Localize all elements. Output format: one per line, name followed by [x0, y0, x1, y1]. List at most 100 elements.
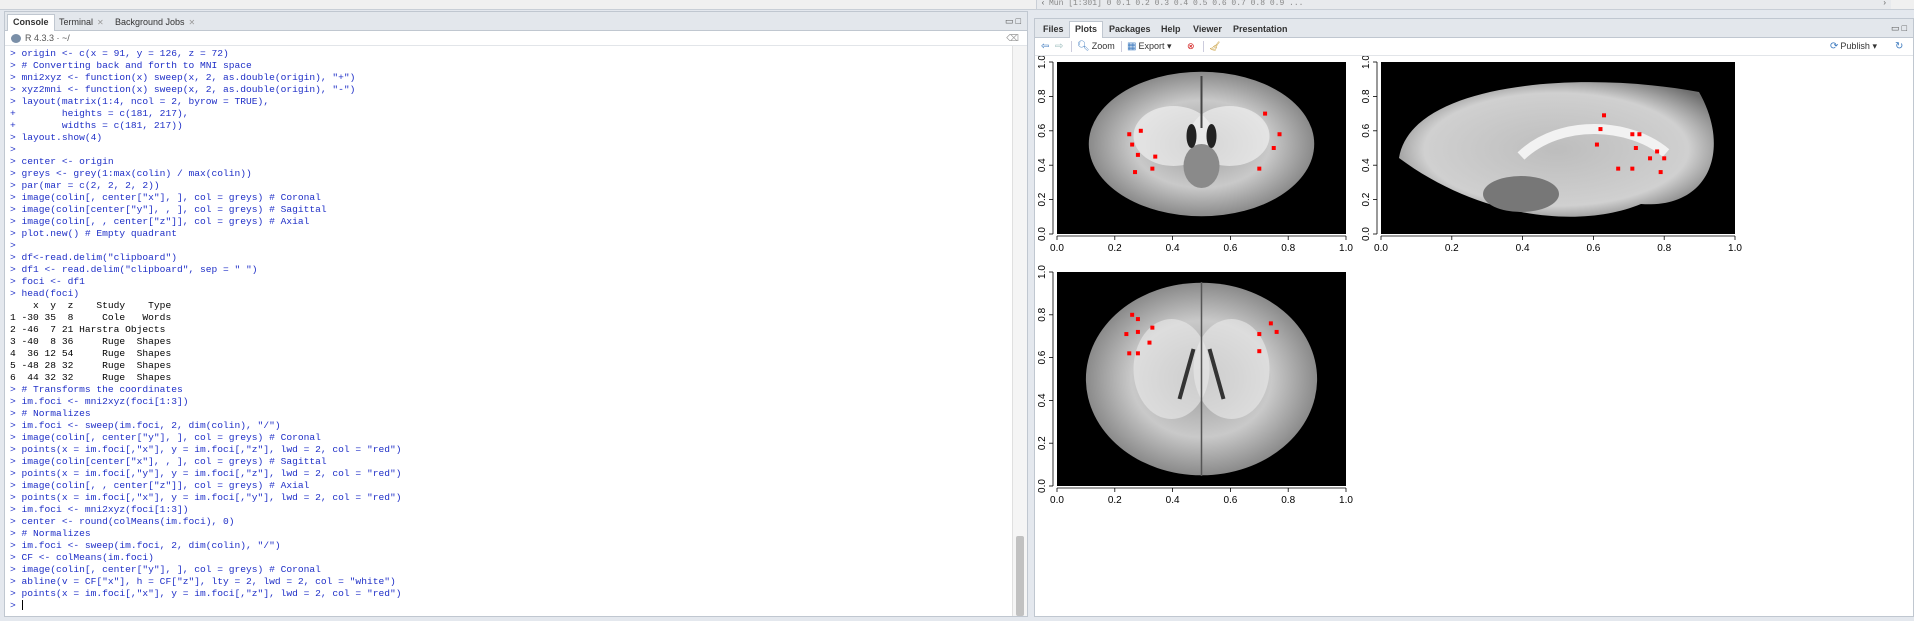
scroll-right-arrow[interactable]: ›	[1882, 0, 1887, 8]
y-tick-label: 1.0	[1037, 265, 1048, 279]
console-line: >	[10, 144, 16, 155]
console-scrollbar[interactable]	[1012, 46, 1027, 616]
tab-viewer[interactable]: Viewer	[1187, 21, 1228, 37]
y-tick-label: 0.2	[1037, 192, 1048, 206]
tab-packages[interactable]: Packages	[1103, 21, 1157, 37]
console-line: > image(colin[, center["y"], ], col = gr…	[10, 432, 321, 443]
focus-point	[1127, 351, 1132, 356]
focus-point	[1633, 146, 1638, 150]
x-tick-label: 0.8	[1657, 243, 1671, 254]
console-line: > head(foci)	[10, 288, 80, 299]
scroll-left-arrow[interactable]: ‹	[1037, 0, 1049, 8]
console-line: > origin <- c(x = 91, y = 126, z = 72)	[10, 48, 229, 59]
console-line: > mni2xyz <- function(x) sweep(x, 2, as.…	[10, 72, 356, 83]
publish-button[interactable]: ⟳ Publish ▾	[1830, 38, 1877, 55]
x-tick-label: 0.4	[1166, 495, 1180, 506]
y-tick-label: 0.2	[1037, 436, 1048, 450]
focus-point	[1150, 325, 1155, 330]
viewer-strip-text: Mun [1:301] 0 0.1 0.2 0.3 0.4 0.5 0.6 0.…	[1049, 0, 1304, 8]
minimize-icon[interactable]: ▭	[1891, 23, 1902, 33]
publish-label: Publish	[1840, 41, 1870, 51]
coronal-plot: 0.0 0.2 0.4 0.6 0.8 1.0 0.0 0.2 0.4 0.6 0.8 1.0	[1037, 55, 1353, 254]
focus-point	[1133, 170, 1138, 175]
refresh-icon[interactable]: ↻	[1895, 38, 1905, 55]
console-line: + heights = c(181, 217),	[10, 108, 189, 119]
tab-background-jobs[interactable]: Background Jobs ✕	[109, 14, 201, 30]
tab-console[interactable]: Console	[7, 14, 55, 31]
focus-point	[1630, 132, 1635, 137]
focus-point	[1135, 329, 1140, 334]
y-tick-label: 1.0	[1361, 56, 1372, 69]
console-line: > image(colin[center["x"], , ], col = gr…	[10, 456, 327, 467]
console-line: > greys <- grey(1:max(colin) / max(colin…	[10, 168, 252, 179]
focus-point	[1153, 154, 1158, 159]
console-line: > image(colin[, , center["z"]], col = gr…	[10, 216, 310, 227]
console-line: > image(colin[, center["x"], ], col = gr…	[10, 192, 321, 203]
tab-help[interactable]: Help	[1155, 21, 1187, 37]
export-button[interactable]: ▦ Export ▾	[1127, 38, 1172, 55]
broom-icon: 🧹︎	[1209, 41, 1221, 51]
x-tick-label: 0.0	[1374, 243, 1388, 254]
console-line: > # Normalizes	[10, 528, 91, 539]
x-tick-label: 1.0	[1728, 243, 1742, 254]
tab-viewer-label: Viewer	[1193, 24, 1222, 34]
console-line: > im.foci <- mni2xyz(foci[1:3])	[10, 504, 189, 515]
axial-plot: 0.0 0.2 0.4 0.6 0.8 1.0 0.0 0.2 0.4 0.6 0.8 1.0	[1037, 265, 1353, 506]
tab-console-label: Console	[13, 17, 49, 27]
maximize-icon[interactable]: □	[1902, 23, 1909, 33]
x-tick-label: 0.4	[1516, 243, 1530, 254]
console-line: > im.foci <- sweep(im.foci, 2, dim(colin…	[10, 420, 281, 431]
close-icon[interactable]: ✕	[189, 18, 196, 27]
x-tick-label: 0.0	[1050, 495, 1064, 506]
plots-pane: Files Plots Packages Help Viewer Present…	[1034, 18, 1914, 617]
minimize-icon[interactable]: ▭	[1005, 16, 1016, 26]
deep-structure	[1183, 144, 1220, 188]
tab-presentation[interactable]: Presentation	[1227, 21, 1294, 37]
r-logo-icon	[11, 34, 21, 44]
plots-tabbar: Files Plots Packages Help Viewer Present…	[1035, 19, 1913, 38]
y-tick-label: 0.0	[1037, 227, 1048, 241]
tab-background-jobs-label: Background Jobs	[115, 17, 185, 27]
x-tick-label: 0.6	[1223, 243, 1237, 254]
console-line: > df1 <- read.delim("clipboard", sep = "…	[10, 264, 258, 275]
focus-point	[1271, 146, 1276, 150]
scrollbar-thumb[interactable]	[1016, 536, 1024, 616]
x-tick-label: 0.6	[1223, 495, 1237, 506]
focus-point	[1637, 132, 1642, 137]
focus-point	[1630, 166, 1635, 171]
tab-terminal-label: Terminal	[59, 17, 94, 27]
focus-point	[1147, 340, 1152, 345]
focus-point	[1594, 142, 1599, 147]
remove-plot-button[interactable]: ⊗	[1187, 38, 1195, 55]
console-line: >	[10, 240, 16, 251]
x-tick-label: 0.2	[1108, 243, 1122, 254]
focus-point	[1662, 156, 1667, 161]
sagittal-plot: 0.0 0.2 0.4 0.6 0.8 1.0 0.0 0.2 0.4 0.6 0.8 1.0	[1361, 55, 1742, 254]
console-prompt[interactable]: >	[10, 600, 1013, 612]
console-line: > foci <- df1	[10, 276, 85, 287]
chevron-down-icon: ▾	[1872, 41, 1877, 51]
console-line: > points(x = im.foci[,"x"], y = im.foci[…	[10, 492, 402, 503]
tab-plots[interactable]: Plots	[1069, 21, 1104, 38]
tab-terminal[interactable]: Terminal ✕	[53, 14, 110, 30]
x-tick-label: 0.0	[1050, 243, 1064, 254]
console-line: 4 36 12 54 Ruge Shapes	[10, 348, 172, 359]
forward-arrow-icon[interactable]: ⇨	[1055, 38, 1065, 55]
clear-plots-button[interactable]: 🧹︎	[1209, 38, 1220, 55]
y-tick-label: 0.6	[1037, 350, 1048, 364]
focus-point	[1648, 156, 1653, 161]
zoom-button[interactable]: 🔍︎ Zoom	[1077, 38, 1115, 55]
close-icon[interactable]: ✕	[97, 18, 104, 27]
y-tick-label: 0.8	[1037, 307, 1048, 321]
y-tick-label: 1.0	[1037, 56, 1048, 69]
clear-console-icon[interactable]: ⌫	[1006, 31, 1019, 45]
tab-files[interactable]: Files	[1037, 21, 1070, 37]
toolbar-separator	[1121, 41, 1122, 52]
console-line: > xyz2mni <- function(x) sweep(x, 2, as.…	[10, 84, 356, 95]
console-line: + widths = c(181, 217))	[10, 120, 183, 131]
console-output[interactable]: > origin <- c(x = 91, y = 126, z = 72) > …	[5, 46, 1013, 616]
console-line: 1 -30 35 8 Cole Words	[10, 312, 172, 323]
back-arrow-icon[interactable]: ⇦	[1041, 38, 1051, 55]
console-line: > # Converting back and forth to MNI spa…	[10, 60, 252, 71]
maximize-icon[interactable]: □	[1016, 16, 1023, 26]
